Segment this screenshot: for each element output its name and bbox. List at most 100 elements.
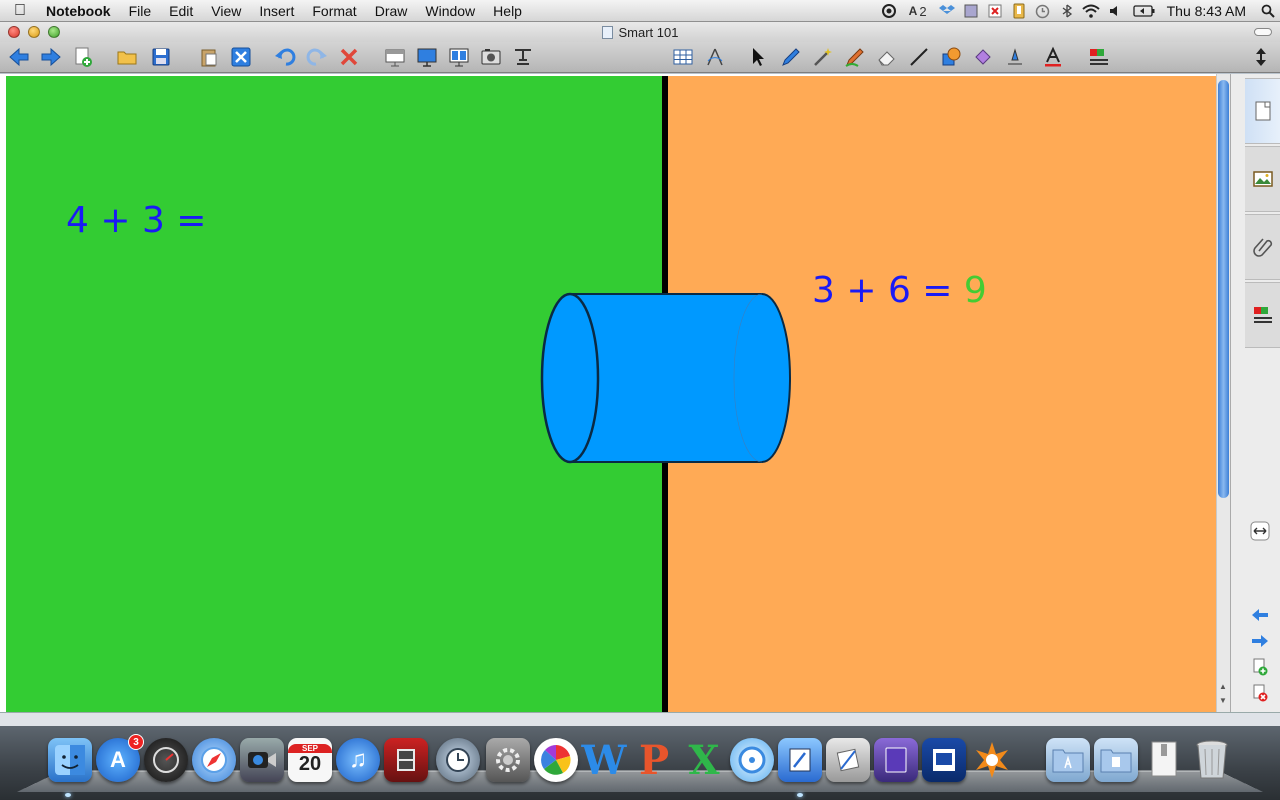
dvd-player-icon[interactable] <box>730 738 774 782</box>
text-a-icon <box>1045 46 1061 67</box>
eraser-tool-button[interactable] <box>874 45 900 69</box>
documents-folder-icon[interactable] <box>1094 738 1138 782</box>
zip-file-icon[interactable] <box>1142 738 1186 782</box>
system-preferences-icon[interactable] <box>486 738 530 782</box>
properties-button[interactable] <box>1002 45 1028 69</box>
toolbar-toggle-button[interactable] <box>1254 28 1272 36</box>
wifi-icon[interactable] <box>1079 0 1103 22</box>
measurement-tools-button[interactable] <box>702 45 728 69</box>
excel-icon[interactable]: X <box>682 737 726 784</box>
add-page-button[interactable] <box>70 45 96 69</box>
bluetooth-icon[interactable] <box>1055 0 1079 22</box>
menu-file[interactable]: File <box>120 0 161 22</box>
gallery-tab[interactable] <box>1245 146 1280 212</box>
app-store-icon[interactable]: A 3 <box>96 734 144 782</box>
picasa-icon[interactable] <box>534 738 578 782</box>
floppy-disk-icon <box>152 48 170 66</box>
close-status-icon[interactable] <box>983 0 1007 22</box>
creative-pen-button[interactable] <box>842 45 868 69</box>
save-button[interactable] <box>148 45 174 69</box>
attachments-tab[interactable] <box>1245 214 1280 280</box>
page-sorter-tab[interactable] <box>1245 78 1280 144</box>
apple-menu-icon[interactable]:  <box>0 2 40 20</box>
menu-help[interactable]: Help <box>484 0 531 22</box>
menu-clock[interactable]: Thu 8:43 AM <box>1161 3 1256 19</box>
menu-insert[interactable]: Insert <box>250 0 303 22</box>
cylinder-tube-shape[interactable] <box>540 292 792 464</box>
adobe-updates-icon[interactable]: A2 <box>901 0 935 22</box>
scroll-up-arrow-icon[interactable]: ▲ <box>1219 682 1227 691</box>
delete-page-side-button[interactable] <box>1249 682 1271 704</box>
spotlight-search-icon[interactable] <box>1256 0 1280 22</box>
finder-icon[interactable] <box>48 738 92 782</box>
menu-format[interactable]: Format <box>303 0 365 22</box>
menu-window[interactable]: Window <box>416 0 484 22</box>
smart-board-tools-icon[interactable] <box>922 738 966 782</box>
screen-shade-button[interactable] <box>382 45 408 69</box>
word-icon[interactable]: W <box>582 737 627 784</box>
previous-page-button[interactable] <box>1249 604 1271 626</box>
fill-tool-button[interactable] <box>970 45 996 69</box>
left-equation[interactable]: 4 + 3 = <box>66 200 206 241</box>
menu-edit[interactable]: Edit <box>160 0 202 22</box>
toolbar-customize-button[interactable] <box>1086 45 1112 69</box>
redo-button[interactable] <box>304 45 330 69</box>
open-button[interactable] <box>114 45 140 69</box>
battery-icon[interactable] <box>1127 0 1161 22</box>
time-machine-dock-icon[interactable] <box>436 738 480 782</box>
text-tool-button[interactable] <box>1040 45 1066 69</box>
forward-button[interactable] <box>38 45 64 69</box>
script-menu-icon[interactable] <box>959 0 983 22</box>
back-button[interactable] <box>6 45 32 69</box>
window-title-bar: Smart 101 <box>0 22 1280 42</box>
scrollbar-thumb[interactable] <box>1218 80 1229 498</box>
zoom-window-button[interactable] <box>48 26 60 38</box>
delete-button[interactable] <box>336 45 362 69</box>
scroll-down-arrow-icon[interactable]: ▼ <box>1219 696 1227 705</box>
time-machine-icon[interactable] <box>1031 0 1055 22</box>
full-screen-button[interactable] <box>414 45 440 69</box>
paste-button[interactable] <box>196 45 222 69</box>
undo-button[interactable] <box>272 45 298 69</box>
updates-count: 2 <box>919 3 927 19</box>
dual-page-button[interactable] <box>446 45 472 69</box>
insert-table-button[interactable] <box>670 45 696 69</box>
facetime-icon[interactable] <box>240 738 284 782</box>
menu-app-name[interactable]: Notebook <box>40 0 120 22</box>
pen-tool-button[interactable] <box>778 45 804 69</box>
battery-widget-icon[interactable] <box>1007 0 1031 22</box>
page-scrollbar[interactable]: ▲ ▼ <box>1216 74 1230 712</box>
menu-view[interactable]: View <box>202 0 250 22</box>
powerpoint-icon[interactable]: P <box>632 737 676 784</box>
menu-draw[interactable]: Draw <box>366 0 417 22</box>
notebook-app-icon[interactable] <box>778 738 822 782</box>
capture-button[interactable] <box>478 45 504 69</box>
trash-icon[interactable] <box>1190 738 1234 782</box>
calendar-icon[interactable]: SEP 20 <box>288 738 332 782</box>
move-sidebar-button[interactable] <box>1249 520 1271 542</box>
dropbox-icon[interactable] <box>935 0 959 22</box>
next-page-button[interactable] <box>1249 630 1271 652</box>
itunes-icon[interactable]: ♫ <box>336 738 380 782</box>
smart-recorder-icon[interactable] <box>874 738 918 782</box>
add-page-side-button[interactable] <box>1249 656 1271 678</box>
magic-pen-button[interactable] <box>810 45 836 69</box>
document-camera-button[interactable] <box>510 45 536 69</box>
delete-page-button[interactable] <box>228 45 254 69</box>
smart-tools-icon[interactable] <box>826 738 870 782</box>
shapes-tool-button[interactable] <box>938 45 964 69</box>
minimize-window-button[interactable] <box>28 26 40 38</box>
volume-icon[interactable] <box>1103 0 1127 22</box>
select-tool-button[interactable] <box>746 45 772 69</box>
toolbar-position-button[interactable] <box>1248 45 1274 69</box>
record-status-icon[interactable] <box>877 0 901 22</box>
avast-icon[interactable] <box>970 738 1014 782</box>
photo-booth-icon[interactable] <box>384 738 428 782</box>
line-tool-button[interactable] <box>906 45 932 69</box>
right-equation-group[interactable]: 3 + 6 = 9 <box>812 270 987 311</box>
dashboard-icon[interactable] <box>144 738 188 782</box>
safari-icon[interactable] <box>192 738 236 782</box>
properties-tab[interactable] <box>1245 282 1280 348</box>
applications-folder-icon[interactable] <box>1046 738 1090 782</box>
close-window-button[interactable] <box>8 26 20 38</box>
